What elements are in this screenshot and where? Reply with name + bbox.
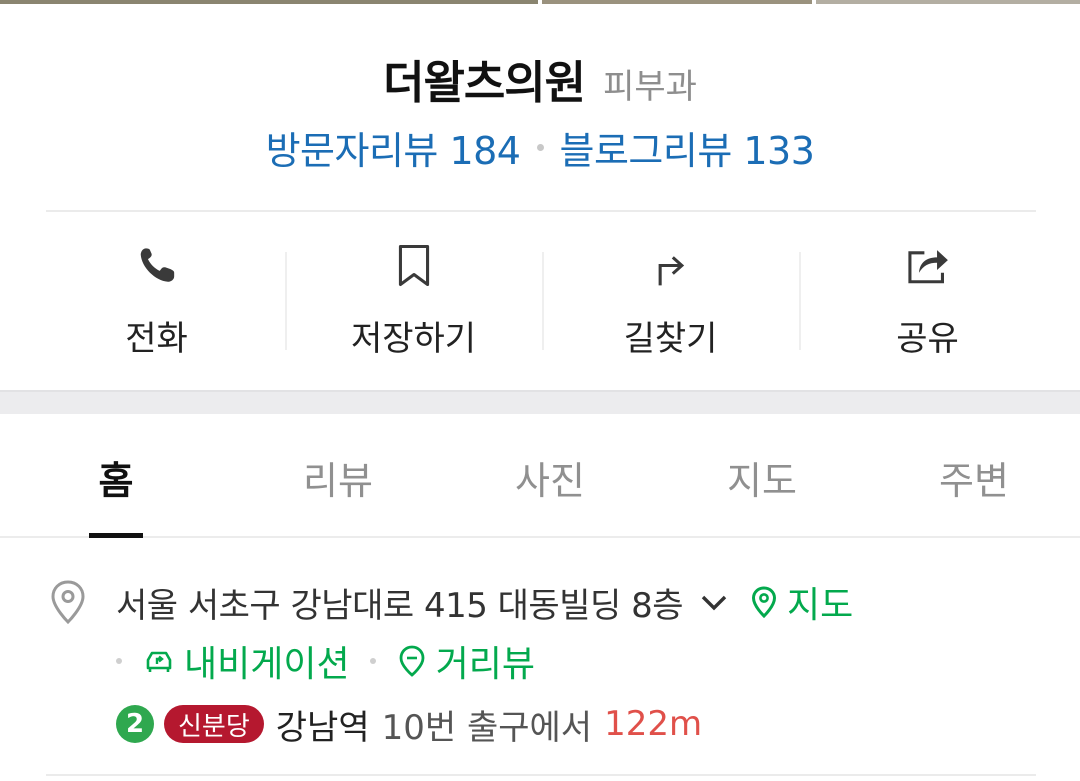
street-view-link-label: 거리뷰 <box>435 644 535 685</box>
call-button[interactable]: 전화 <box>28 240 285 360</box>
action-bar: 전화 저장하기 길찾기 공유 <box>28 240 1056 360</box>
distance-text: 122m <box>604 704 703 744</box>
street-view-link[interactable]: 거리뷰 <box>396 635 535 687</box>
photo-thumbnail[interactable] <box>542 0 812 4</box>
blog-review-link[interactable]: 블로그리뷰 133 <box>560 120 815 175</box>
share-button[interactable]: 공유 <box>799 240 1056 360</box>
call-label: 전화 <box>125 319 188 359</box>
station-name: 강남역 <box>275 707 370 748</box>
place-header: 더왈츠의원 피부과 <box>0 46 1080 111</box>
chevron-down-icon[interactable] <box>697 585 731 619</box>
section-separator <box>0 390 1080 414</box>
exit-info: 10번 출구에서 <box>381 707 593 748</box>
tab-label: 홈 <box>98 459 134 503</box>
photo-thumbnail[interactable] <box>816 0 1080 4</box>
tab-label: 사진 <box>515 459 585 503</box>
place-category: 피부과 <box>603 67 697 107</box>
save-button[interactable]: 저장하기 <box>285 240 542 360</box>
directions-icon <box>658 256 684 286</box>
share-icon <box>907 250 948 284</box>
photo-thumbnail[interactable] <box>0 0 538 4</box>
separator-dot <box>536 144 544 151</box>
car-icon <box>146 651 172 672</box>
subway-info: 2 신분당 강남역 10번 출구에서 122m <box>116 700 702 748</box>
share-label: 공유 <box>896 319 959 359</box>
subway-line-2-badge: 2 <box>116 705 154 743</box>
street-view-icon <box>399 645 425 677</box>
address-text: 서울 서초구 강남대로 415 대동빌딩 8층 <box>116 585 683 626</box>
navigation-link[interactable]: 내비게이션 <box>142 635 350 687</box>
tab-label: 지도 <box>727 459 797 503</box>
address-links: 내비게이션 거리뷰 <box>116 636 535 686</box>
separator-dot <box>116 658 122 664</box>
tab-bar: 홈 리뷰 사진 지도 주변 <box>0 414 1080 538</box>
place-name: 더왈츠의원 <box>383 56 586 109</box>
tab-reviews[interactable]: 리뷰 <box>232 414 444 536</box>
tab-home[interactable]: 홈 <box>0 414 232 538</box>
tab-label: 리뷰 <box>303 459 373 503</box>
directions-label: 길찾기 <box>623 319 718 359</box>
tab-nearby[interactable]: 주변 <box>868 414 1080 536</box>
map-pin-icon <box>751 586 776 619</box>
save-label: 저장하기 <box>350 319 477 359</box>
tab-photos[interactable]: 사진 <box>444 414 656 536</box>
location-pin-icon <box>51 580 85 625</box>
photo-strip[interactable] <box>0 0 1080 4</box>
address-row: 서울 서초구 강남대로 415 대동빌딩 8층 지도 <box>46 576 1046 628</box>
navigation-link-label: 내비게이션 <box>184 644 350 685</box>
directions-button[interactable]: 길찾기 <box>542 240 799 360</box>
bookmark-icon <box>398 244 429 287</box>
separator-dot <box>369 658 376 664</box>
phone-icon <box>140 248 174 282</box>
visitor-review-link[interactable]: 방문자리뷰 184 <box>266 120 521 175</box>
divider <box>46 210 1036 212</box>
tab-map[interactable]: 지도 <box>656 414 868 536</box>
divider <box>46 774 1036 776</box>
tab-label: 주변 <box>939 459 1009 503</box>
map-link[interactable]: 지도 <box>749 576 853 628</box>
review-summary: 방문자리뷰 184 블로그리뷰 133 <box>0 120 1080 175</box>
shinbundang-line-badge: 신분당 <box>164 705 264 743</box>
map-link-label: 지도 <box>786 585 854 626</box>
active-tab-indicator <box>89 533 143 538</box>
